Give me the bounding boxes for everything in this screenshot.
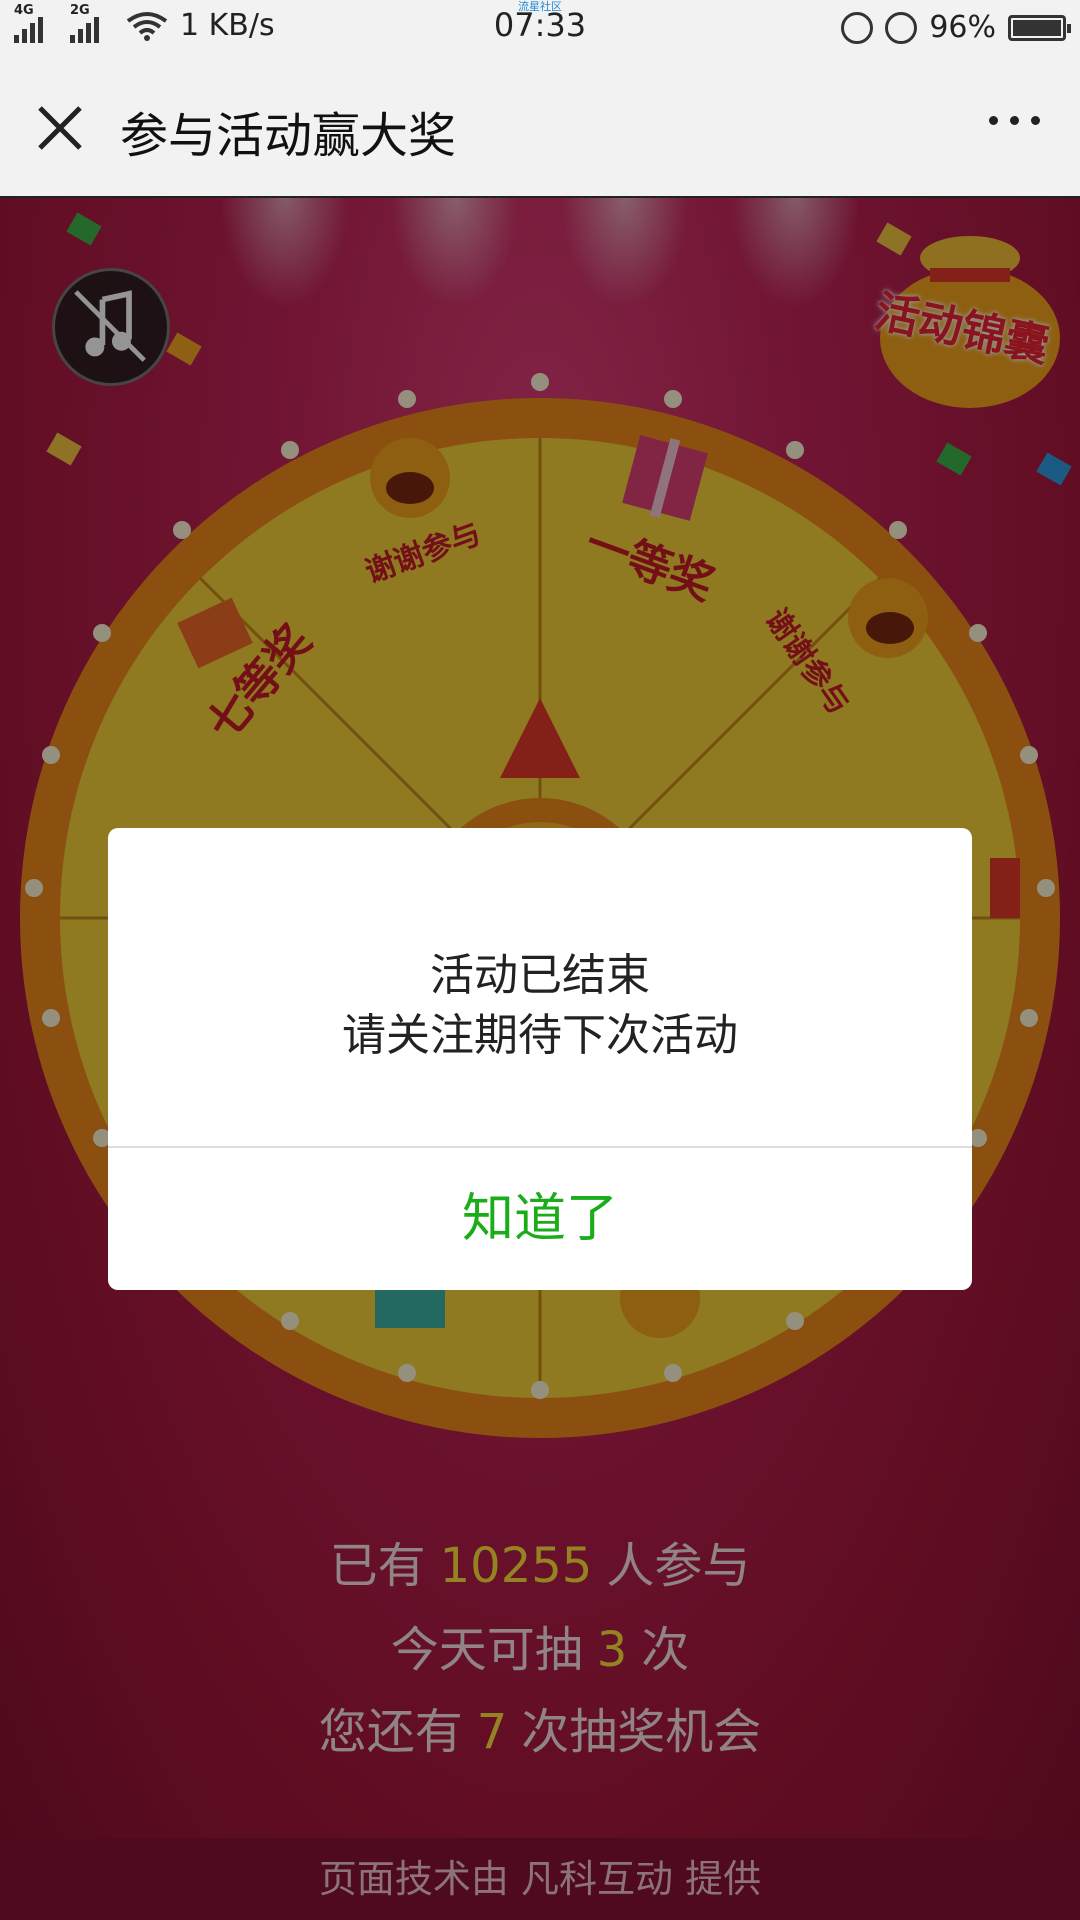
close-icon[interactable]: [30, 98, 90, 158]
status-right: 96%: [841, 10, 1071, 45]
dialog-message-line-2: 请关注期待下次活动: [342, 1010, 738, 1061]
dialog-message-line-1: 活动已结束: [430, 950, 650, 1001]
alert-dialog: 活动已结束 请关注期待下次活动 知道了: [108, 828, 972, 1290]
more-icon[interactable]: [989, 116, 1040, 125]
rotation-lock-icon: [841, 11, 874, 44]
status-bar: 4G 2G 1 KB/s 流星社区 07:33 96%: [0, 0, 1080, 56]
title-bar: 参与活动赢大奖: [0, 56, 1080, 198]
dialog-message: 活动已结束 请关注期待下次活动: [108, 946, 972, 1066]
battery-icon: [1008, 14, 1071, 41]
alarm-icon: [885, 11, 918, 44]
battery-percent: 96%: [929, 10, 996, 45]
ok-button[interactable]: 知道了: [108, 1148, 972, 1290]
page-title: 参与活动赢大奖: [120, 108, 457, 164]
